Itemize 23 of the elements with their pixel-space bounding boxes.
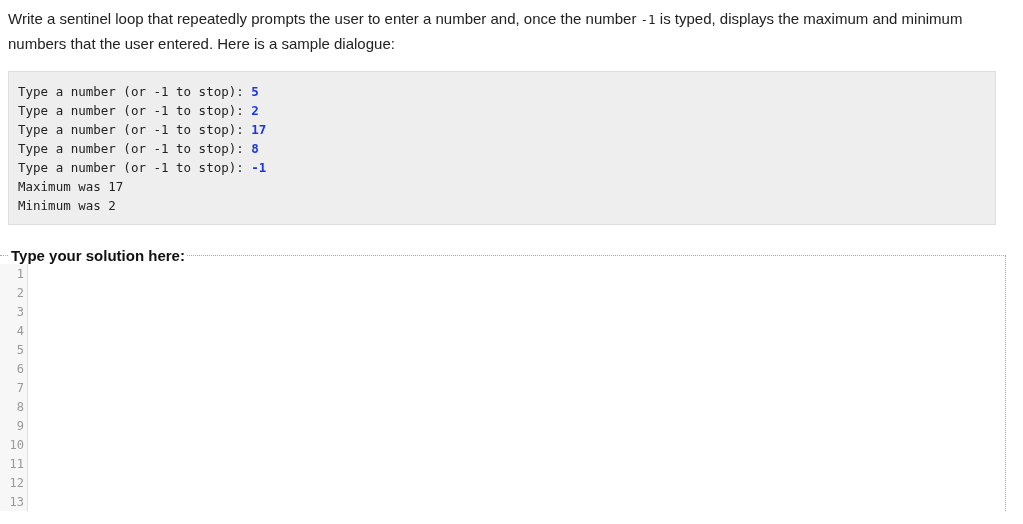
output-line: Minimum was 2 [18,197,116,215]
line-number: 5 [15,342,25,359]
dialogue-line: Type a number (or -1 to stop): 5 [18,83,259,101]
line-number: 7 [15,380,25,397]
dialogue-line: Type a number (or -1 to stop): -1 [18,159,267,177]
dialogue-line: Type a number (or -1 to stop): 17 [18,121,267,139]
line-number: 4 [15,323,25,340]
line-number: 8 [15,399,25,416]
line-number: 2 [15,285,25,302]
line-number: 13 [8,494,25,511]
line-number: 11 [8,456,25,473]
output-line: Maximum was 17 [18,178,124,196]
line-number: 10 [8,437,25,454]
solution-label: Type your solution here: [10,247,186,264]
line-number: 6 [15,361,25,378]
dialogue-line: Type a number (or -1 to stop): 2 [18,102,259,120]
line-number: 9 [15,418,25,435]
line-number: 12 [8,475,25,492]
dialogue-line: Type a number (or -1 to stop): 8 [18,140,259,158]
code-editor[interactable]: 1 2 3 4 5 6 7 8 9 10 11 12 13 [0,264,1005,511]
instruction-text: Write a sentinel loop that repeatedly prompts the user to enter a number and, once the number -1 is typed, displays the maximum and minimum numbers that the user entered. Here is a sample dialogue: [8,9,964,54]
line-number: 1 [15,266,25,283]
line-number: 3 [15,304,25,321]
